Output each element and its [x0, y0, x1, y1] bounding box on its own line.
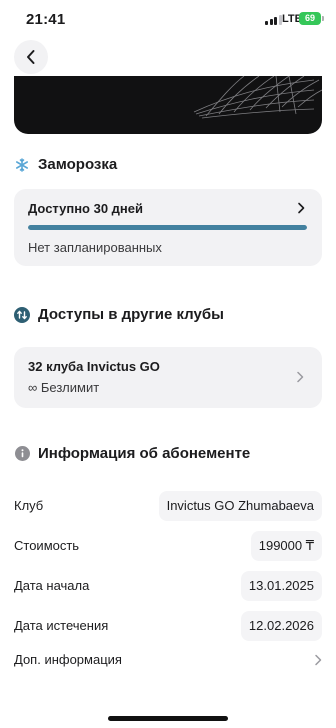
freeze-status: Нет запланированных	[28, 240, 162, 255]
status-bar: 21:41 LTE 69	[0, 0, 336, 40]
freeze-progress-fill	[28, 225, 307, 230]
clubs-count-label: 32 клуба Invictus GO	[28, 359, 160, 374]
info-label: Стоимость	[14, 538, 80, 553]
info-value: 12.02.2026	[240, 611, 322, 641]
chevron-right-icon	[298, 202, 305, 214]
info-row-price: Стоимость 199000 ₸	[14, 531, 322, 561]
freeze-title: Заморозка	[38, 156, 118, 173]
swap-arrows-icon	[14, 306, 30, 323]
membership-card-image	[14, 76, 322, 134]
back-button[interactable]	[14, 40, 48, 74]
membership-section-title: Информация об абонементе	[14, 445, 250, 462]
info-value: 199000 ₸	[250, 531, 322, 561]
info-label: Клуб	[14, 498, 44, 513]
chevron-left-icon	[27, 50, 35, 64]
clubs-panel[interactable]: 32 клуба Invictus GO ∞ Безлимит	[14, 347, 322, 408]
battery-tip	[322, 16, 324, 21]
freeze-section-title: Заморозка	[14, 156, 117, 173]
membership-title: Информация об абонементе	[38, 445, 251, 462]
freeze-panel[interactable]: Доступно 30 дней Нет запланированных	[14, 189, 322, 266]
info-value: Invictus GO Zhumabaeva	[158, 491, 322, 521]
info-label: Дата истечения	[14, 618, 109, 633]
clubs-title: Доступы в другие клубы	[38, 306, 224, 323]
info-row-start-date: Дата начала 13.01.2025	[14, 571, 322, 601]
clubs-limit-label: ∞ Безлимит	[28, 380, 100, 395]
freeze-available-label: Доступно 30 дней	[28, 201, 143, 216]
chevron-right-icon	[315, 654, 322, 666]
status-time: 21:41	[26, 11, 66, 28]
signal-icon	[265, 15, 282, 25]
battery-icon: 69	[299, 12, 321, 25]
info-value: 13.01.2025	[240, 571, 322, 601]
more-info-row[interactable]: Доп. информация	[14, 645, 322, 675]
info-label: Дата начала	[14, 578, 90, 593]
chevron-right-icon	[297, 371, 304, 383]
info-icon	[14, 446, 30, 462]
info-row-end-date: Дата истечения 12.02.2026	[14, 611, 322, 641]
home-indicator	[108, 716, 228, 721]
info-row-club: Клуб Invictus GO Zhumabaeva	[14, 491, 322, 521]
clubs-section-title: Доступы в другие клубы	[14, 306, 224, 323]
freeze-progress-bar	[28, 225, 307, 230]
snowflake-icon	[14, 157, 30, 173]
card-pattern-graphic	[193, 76, 322, 119]
more-info-label: Доп. информация	[14, 652, 122, 667]
